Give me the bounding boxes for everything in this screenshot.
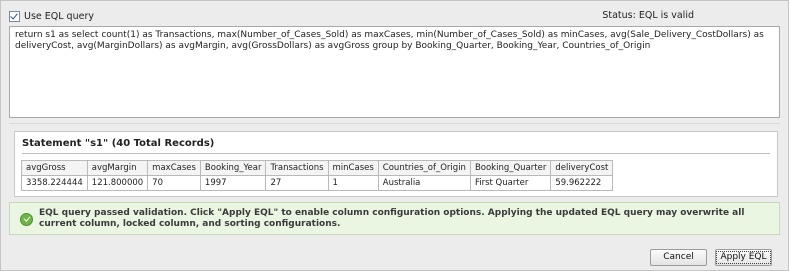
results-table: avgGross avgMargin maxCases Booking_Year… — [21, 160, 614, 191]
table-cell: 1997 — [199, 175, 267, 191]
table-cell: 59.962222 — [550, 175, 614, 191]
statement-results-panel: Statement "s1" (40 Total Records) avgGro… — [14, 131, 778, 197]
column-header: Booking_Quarter — [469, 160, 552, 176]
eql-status-text: Status: EQL is valid — [602, 10, 694, 21]
validation-message-box: EQL query passed validation. Click "Appl… — [9, 202, 780, 235]
eql-header-row: Use EQL query Status: EQL is valid — [9, 10, 780, 24]
table-cell: 70 — [147, 175, 201, 191]
column-header: Transactions — [265, 160, 329, 176]
table-cell: 27 — [265, 175, 329, 191]
statement-title-rule — [22, 153, 770, 154]
column-header: Booking_Year — [199, 160, 267, 176]
column-header: avgMargin — [86, 160, 149, 176]
table-cell: 3358.224444 — [21, 175, 88, 191]
validation-message: EQL query passed validation. Click "Appl… — [39, 208, 745, 229]
column-header: Countries_of_Origin — [377, 160, 471, 176]
table-header-row: avgGross avgMargin maxCases Booking_Year… — [21, 160, 614, 176]
column-header: minCases — [327, 160, 379, 176]
eql-query-editor[interactable]: return s1 as select count(1) as Transact… — [9, 26, 780, 118]
statement-title: Statement "s1" (40 Total Records) — [22, 138, 215, 149]
column-header: avgGross — [21, 160, 88, 176]
table-cell: 121.800000 — [86, 175, 149, 191]
cancel-button[interactable]: Cancel — [650, 249, 707, 266]
table-cell: 1 — [327, 175, 379, 191]
use-eql-toggle[interactable]: Use EQL query — [9, 11, 94, 22]
table-row: 3358.224444 121.800000 70 1997 27 1 Aust… — [21, 175, 614, 191]
apply-eql-label[interactable]: Apply EQL — [716, 251, 771, 264]
table-cell: First Quarter — [469, 175, 552, 191]
eql-dialog: Use EQL query Status: EQL is valid retur… — [0, 0, 789, 271]
use-eql-label[interactable]: Use EQL query — [24, 11, 94, 22]
column-header: maxCases — [147, 160, 201, 176]
apply-eql-button[interactable]: Apply EQL — [715, 249, 772, 266]
use-eql-checkbox[interactable] — [9, 11, 20, 22]
table-cell: Australia — [377, 175, 471, 191]
success-check-icon — [20, 213, 33, 226]
divider — [9, 123, 780, 124]
column-header: deliveryCost — [550, 160, 614, 176]
